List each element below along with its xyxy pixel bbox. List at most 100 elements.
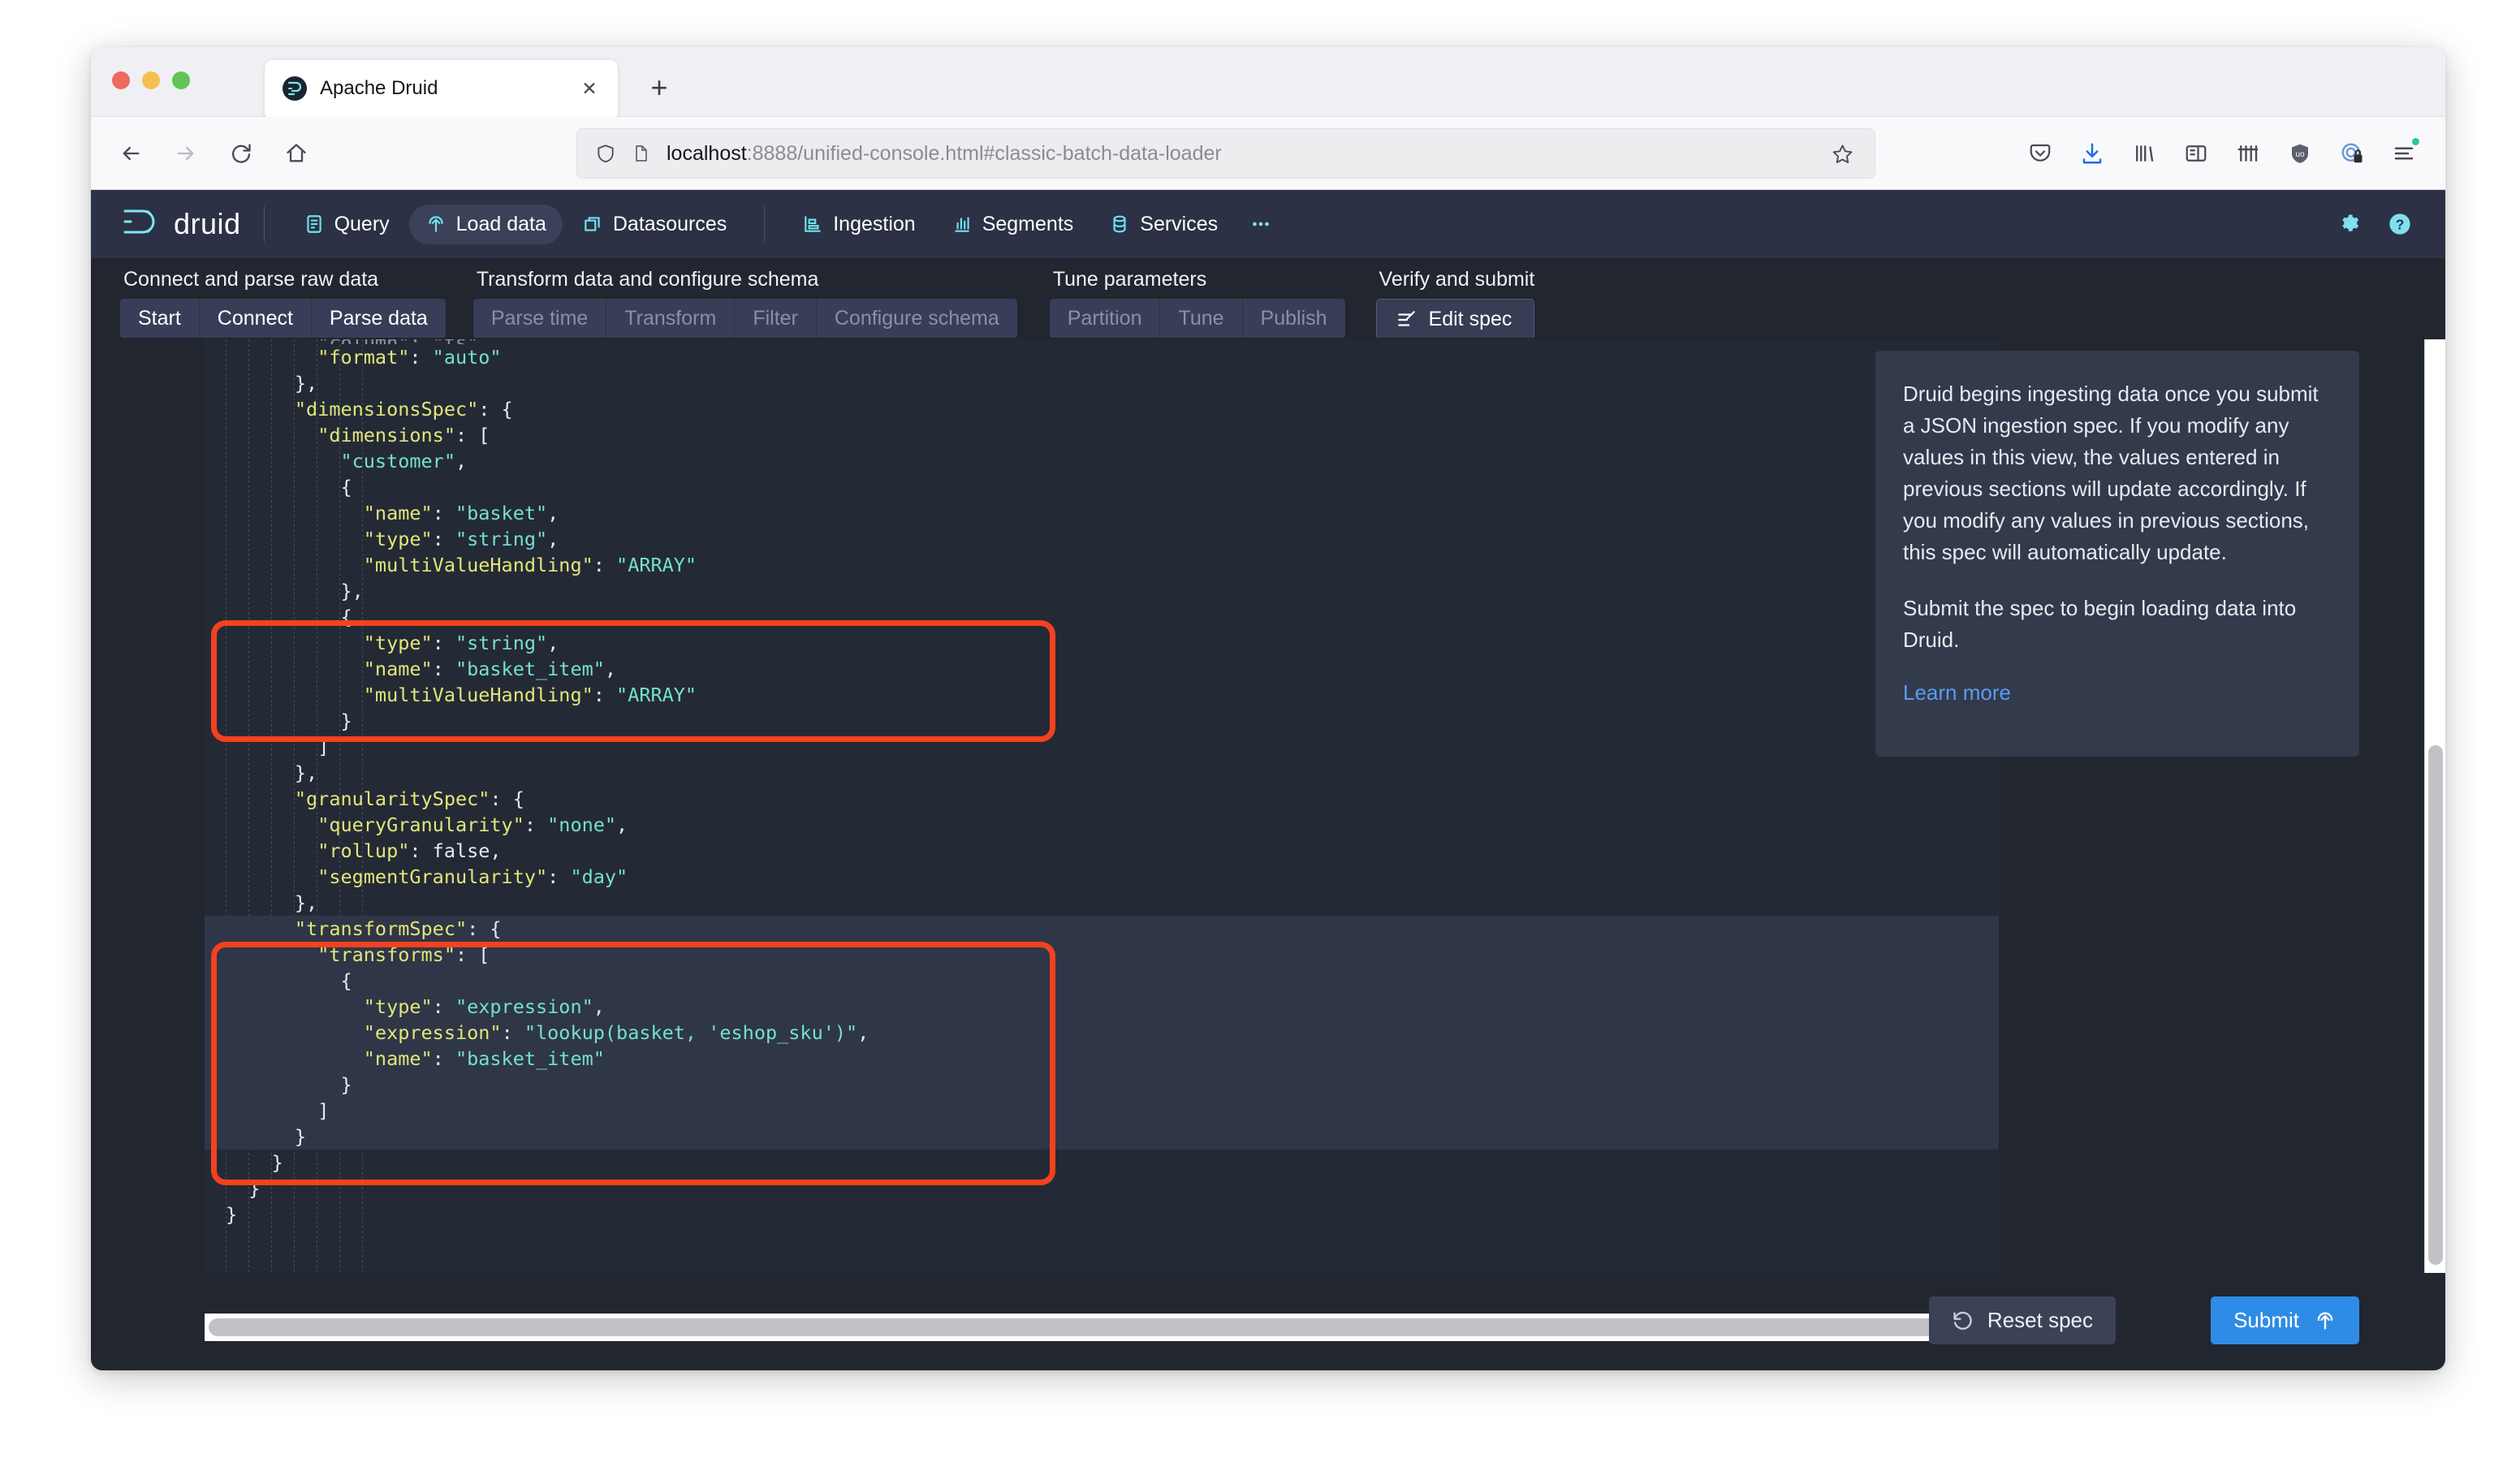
json-code-lines: "column": "ts", "format": "auto" }, "dim… xyxy=(205,339,1999,1227)
nav-item-ingestion[interactable]: Ingestion xyxy=(786,205,931,244)
code-token: "basket" xyxy=(455,502,547,524)
editor-horizontal-scrollbar[interactable] xyxy=(205,1314,1999,1341)
code-line: "transformSpec": { xyxy=(205,916,1999,942)
step-group-title-transform: Transform data and configure schema xyxy=(473,258,1017,291)
code-token: "granularitySpec" xyxy=(295,787,490,810)
code-line: { xyxy=(205,474,1999,500)
horizontal-scrollbar-thumb[interactable] xyxy=(209,1318,1970,1336)
step-button-parse-time[interactable]: Parse time xyxy=(473,299,606,339)
code-indent xyxy=(226,1151,272,1174)
minimize-window-button[interactable] xyxy=(142,71,160,89)
privacy-badger-icon[interactable] xyxy=(2330,132,2374,175)
code-indent xyxy=(226,580,340,602)
step-button-tune[interactable]: Tune xyxy=(1160,299,1242,339)
learn-more-link[interactable]: Learn more xyxy=(1903,680,2011,705)
step-group-connect: Connect and parse raw data Start Connect… xyxy=(120,258,446,339)
step-button-edit-spec[interactable]: Edit spec xyxy=(1376,299,1535,340)
step-button-start[interactable]: Start xyxy=(120,299,200,339)
download-icon[interactable] xyxy=(2070,132,2114,175)
browser-tab[interactable]: Apache Druid ✕ xyxy=(265,60,618,117)
code-indent xyxy=(226,450,340,472)
step-button-partition[interactable]: Partition xyxy=(1050,299,1161,339)
container-tabs-icon[interactable] xyxy=(2226,132,2270,175)
step-button-connect[interactable]: Connect xyxy=(200,299,312,339)
edit-spec-label: Edit spec xyxy=(1429,308,1512,331)
star-outline-icon[interactable] xyxy=(1832,143,1853,165)
code-token: : [ xyxy=(455,424,490,446)
code-token: "string" xyxy=(455,632,547,654)
ublock-shield-icon[interactable]: uo xyxy=(2278,132,2322,175)
help-circle-icon[interactable]: ? xyxy=(2387,211,2413,237)
library-icon[interactable] xyxy=(2122,132,2166,175)
submit-label: Submit xyxy=(2233,1308,2299,1333)
code-token: , xyxy=(455,450,467,472)
vertical-scrollbar-thumb[interactable] xyxy=(2428,745,2443,1265)
code-token: "rollup" xyxy=(317,839,409,862)
druid-header: druid Query Load data xyxy=(91,190,2445,258)
close-icon[interactable]: ✕ xyxy=(576,75,603,102)
header-divider-2 xyxy=(764,206,765,242)
sidebar-icon[interactable] xyxy=(2174,132,2218,175)
submit-button[interactable]: Submit xyxy=(2211,1296,2359,1344)
ingestion-icon xyxy=(802,214,823,235)
nav-item-segments[interactable]: Segments xyxy=(935,205,1090,244)
nav-item-services[interactable]: Services xyxy=(1093,205,1234,244)
shield-icon[interactable] xyxy=(595,143,616,164)
code-line: "type": "string", xyxy=(205,630,1999,656)
code-token: "name" xyxy=(364,658,433,680)
page-document-icon[interactable] xyxy=(631,144,650,163)
code-token: , xyxy=(547,632,559,654)
back-arrow-icon[interactable] xyxy=(109,132,153,175)
code-indent xyxy=(226,476,340,498)
reset-spec-label: Reset spec xyxy=(1987,1308,2093,1333)
step-button-parse-data[interactable]: Parse data xyxy=(312,299,446,339)
druid-logo-icon xyxy=(120,205,162,244)
nav-item-query[interactable]: Query xyxy=(287,205,406,244)
editor-vertical-scrollbar[interactable] xyxy=(2424,339,2445,1273)
code-line: } xyxy=(205,708,1999,734)
code-token: } xyxy=(248,1177,260,1200)
reset-spec-button[interactable]: Reset spec xyxy=(1929,1296,2116,1344)
reload-icon[interactable] xyxy=(219,132,263,175)
home-icon[interactable] xyxy=(274,132,318,175)
step-button-filter[interactable]: Filter xyxy=(735,299,817,339)
code-token: "segmentGranularity" xyxy=(317,865,547,888)
nav-item-load-data[interactable]: Load data xyxy=(409,205,563,244)
more-horizontal-icon[interactable] xyxy=(1237,204,1284,244)
nav-item-datasources[interactable]: Datasources xyxy=(566,205,743,244)
gear-icon[interactable] xyxy=(2337,211,2362,237)
druid-wordmark: druid xyxy=(174,207,241,241)
code-token: "multiValueHandling" xyxy=(364,684,593,706)
code-line: "expression": "lookup(basket, 'eshop_sku… xyxy=(205,1020,1999,1046)
druid-console: druid Query Load data xyxy=(91,190,2445,1370)
step-button-publish[interactable]: Publish xyxy=(1243,299,1345,339)
code-line: "granularitySpec": { xyxy=(205,786,1999,812)
code-line: } xyxy=(205,1176,1999,1201)
code-line: } xyxy=(205,1124,1999,1150)
plus-icon[interactable]: + xyxy=(641,70,677,106)
code-token: : { xyxy=(467,917,501,940)
hamburger-menu-icon[interactable] xyxy=(2382,132,2426,175)
code-token: "queryGranularity" xyxy=(317,813,524,836)
code-token: { xyxy=(340,969,352,992)
druid-logo[interactable]: druid xyxy=(120,205,241,244)
code-token: "format" xyxy=(317,346,409,369)
code-line: } xyxy=(205,1150,1999,1176)
url-bar[interactable]: localhost:8888/unified-console.html#clas… xyxy=(576,128,1875,179)
nav-label-services: Services xyxy=(1140,213,1218,236)
step-button-transform[interactable]: Transform xyxy=(606,299,735,339)
code-token: : xyxy=(433,658,455,680)
code-indent xyxy=(226,372,295,395)
close-window-button[interactable] xyxy=(112,71,130,89)
json-spec-editor[interactable]: "column": "ts", "format": "auto" }, "dim… xyxy=(205,339,1999,1273)
code-token: , xyxy=(605,658,616,680)
forward-arrow-icon[interactable] xyxy=(164,132,208,175)
pocket-icon[interactable] xyxy=(2018,132,2062,175)
code-token: : xyxy=(433,1047,455,1070)
maximize-window-button[interactable] xyxy=(172,71,190,89)
screenshot-root: Apache Druid ✕ + xyxy=(0,0,2520,1471)
code-line: }, xyxy=(205,890,1999,916)
step-button-configure-schema[interactable]: Configure schema xyxy=(817,299,1017,339)
code-line: "name": "basket_item", xyxy=(205,656,1999,682)
code-token: } xyxy=(272,1151,283,1174)
